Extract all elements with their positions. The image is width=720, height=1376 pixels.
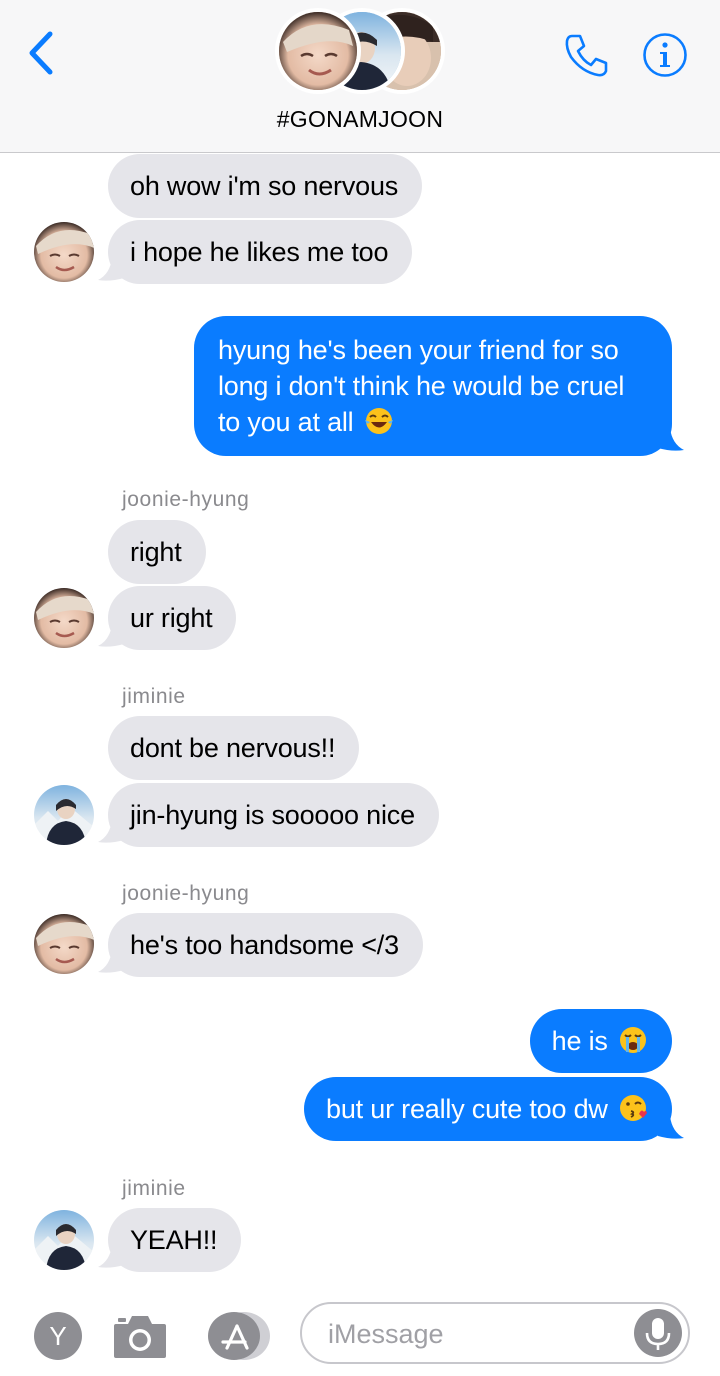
imessage-input[interactable]: [328, 1314, 628, 1354]
sender-avatar-joonie[interactable]: [34, 914, 94, 974]
info-button[interactable]: [642, 32, 688, 78]
loudly-crying-emoji-icon: [620, 1027, 646, 1053]
bubble-tail: [658, 428, 684, 451]
tears-of-joy-emoji-icon: [364, 408, 393, 434]
back-button[interactable]: [22, 28, 62, 78]
bubble-tail: [658, 1116, 684, 1139]
camera-button[interactable]: [112, 1312, 168, 1360]
incoming-message-bubble[interactable]: oh wow i'm so nervous: [108, 154, 423, 218]
incoming-message-bubble[interactable]: YEAH!!: [108, 1208, 242, 1272]
app-store-icon: [208, 1312, 270, 1360]
incoming-message-bubble[interactable]: dont be nervous!!: [108, 716, 360, 780]
sender-avatar-joonie[interactable]: [34, 222, 94, 282]
group-avatar-1: [275, 8, 361, 94]
message-text: he is: [551, 1026, 608, 1056]
incoming-message-bubble[interactable]: right: [108, 520, 206, 584]
microphone-icon: [645, 1318, 671, 1350]
camera-icon: [114, 1316, 166, 1358]
outgoing-message-bubble[interactable]: hyung he's been your friend for so long …: [194, 316, 672, 456]
sender-name: joonie-hyung: [122, 488, 250, 511]
outgoing-message-bubble[interactable]: but ur really cute too dw: [304, 1077, 672, 1141]
group-title[interactable]: #GONAMJOON: [0, 106, 720, 133]
sender-name: jiminie: [122, 685, 186, 708]
outgoing-message-bubble[interactable]: he is: [529, 1009, 672, 1073]
memoji-app-button[interactable]: Y: [34, 1312, 82, 1360]
sender-name: jiminie: [122, 1177, 186, 1200]
incoming-message-bubble[interactable]: he's too handsome </3: [108, 913, 423, 977]
phone-icon: [565, 34, 608, 77]
app-store-button[interactable]: [204, 1310, 272, 1362]
message-text: but ur really cute too dw: [326, 1094, 608, 1124]
info-icon: [643, 33, 687, 77]
imessage-field[interactable]: [300, 1302, 690, 1364]
group-avatars[interactable]: [275, 8, 445, 94]
sender-avatar-joonie[interactable]: [34, 588, 94, 648]
message-text: hyung he's been your friend for so long …: [218, 335, 625, 437]
memoji-avatar-letter: Y: [49, 1321, 67, 1351]
call-button[interactable]: [562, 30, 612, 80]
incoming-message-bubble[interactable]: i hope he likes me too: [108, 220, 413, 284]
incoming-message-bubble[interactable]: jin-hyung is sooooo nice: [108, 783, 439, 847]
sender-avatar-jiminie[interactable]: [34, 785, 94, 845]
sender-name: joonie-hyung: [122, 882, 250, 905]
dictation-button[interactable]: [634, 1309, 682, 1357]
chevron-left-icon: [29, 31, 53, 75]
incoming-message-bubble[interactable]: ur right: [108, 586, 237, 650]
face-blowing-kiss-emoji-icon: [620, 1095, 647, 1121]
sender-avatar-jiminie[interactable]: [34, 1210, 94, 1270]
conversation-header: #GONAMJOON: [0, 0, 720, 153]
